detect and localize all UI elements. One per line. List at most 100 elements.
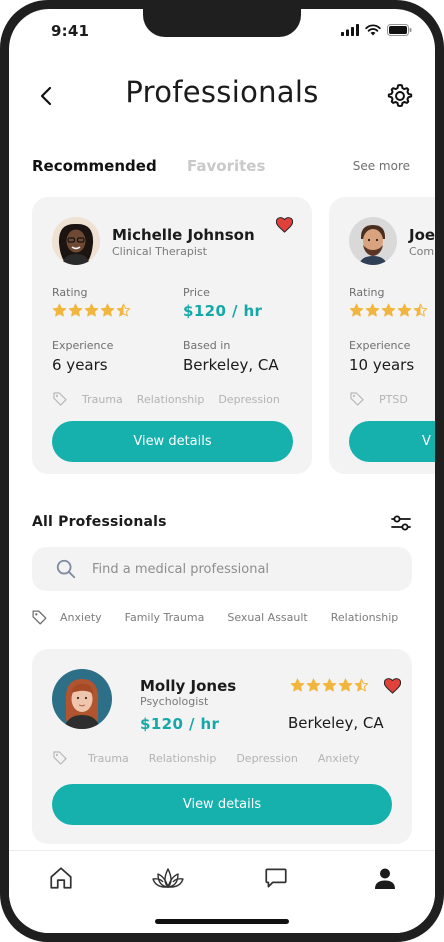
nav-messages[interactable]: [259, 861, 293, 895]
lotus-icon: [152, 868, 184, 888]
tag-row: Trauma Relationship Depression: [52, 391, 280, 407]
professional-name: Molly Jones: [140, 677, 237, 695]
tab-favorites[interactable]: Favorites: [187, 157, 265, 175]
location-label: Based in: [183, 339, 231, 352]
recommended-card[interactable]: Michelle Johnson Clinical Therapist Rati…: [32, 197, 312, 474]
experience-value: 10 years: [349, 356, 415, 374]
tag-row: Trauma Relationship Depression Anxiety: [52, 750, 359, 766]
gear-icon: [387, 84, 413, 108]
star-icon: [290, 678, 305, 692]
page-title: Professionals: [125, 75, 319, 109]
rating-label: Rating: [52, 286, 88, 299]
location-value: Berkeley, CA: [183, 356, 279, 374]
tag: PTSD: [379, 392, 408, 406]
tag: Relationship: [148, 751, 217, 765]
filter-chip[interactable]: Sexual Assault: [227, 611, 307, 624]
phone-frame: 9:41 Professionals Recommended Favorites…: [0, 0, 444, 942]
tag-row: PTSD: [349, 391, 408, 407]
star-icon: [84, 303, 99, 317]
home-indicator: [155, 919, 289, 924]
tag: Depression: [236, 751, 298, 765]
tag: Depression: [218, 392, 280, 406]
star-icon: [100, 303, 115, 317]
nav-profile[interactable]: [368, 861, 402, 895]
avatar-image: [349, 217, 397, 265]
tag-icon: [350, 392, 364, 406]
rating-stars: [349, 303, 428, 318]
nav-home[interactable]: [44, 861, 78, 895]
filter-chip[interactable]: Family Trauma: [125, 611, 205, 624]
professional-name: Michelle Johnson: [112, 226, 255, 244]
professional-card[interactable]: Molly Jones Psychologist $120 / hr Berke…: [32, 649, 412, 844]
settings-button[interactable]: [386, 82, 414, 110]
professional-name: Joe: [409, 226, 435, 244]
chat-icon: [265, 868, 287, 888]
recommended-card[interactable]: Joe Com Rating Experience 10 years PTSD …: [329, 197, 435, 474]
nav-wellness[interactable]: [151, 861, 185, 895]
professional-role: Com: [409, 245, 435, 258]
professional-role: Clinical Therapist: [112, 245, 207, 258]
rating-stars: [290, 678, 369, 693]
filter-button[interactable]: [390, 512, 412, 534]
price-label: Price: [183, 286, 210, 299]
search-input[interactable]: [92, 547, 392, 591]
star-icon: [322, 678, 337, 692]
screen: 9:41 Professionals Recommended Favorites…: [9, 9, 435, 933]
star-icon: [413, 303, 428, 317]
search-bar: [32, 547, 412, 591]
price-value: $120 / hr: [140, 715, 220, 733]
star-icon: [354, 678, 369, 692]
avatar-image: [52, 217, 100, 265]
experience-label: Experience: [52, 339, 114, 352]
filter-chip[interactable]: Anxiety: [60, 611, 102, 624]
star-icon: [306, 678, 321, 692]
status-icons: [341, 24, 412, 36]
avatar: [349, 217, 397, 265]
location-value: Berkeley, CA: [288, 714, 384, 732]
signal-icon: [341, 24, 359, 36]
tag: Anxiety: [317, 751, 360, 765]
star-icon: [349, 303, 364, 317]
star-icon: [338, 678, 353, 692]
avatar: [52, 669, 112, 729]
filter-chips: Anxiety Family Trauma Sexual Assault Rel…: [31, 609, 421, 626]
experience-value: 6 years: [52, 356, 108, 374]
experience-label: Experience: [349, 339, 411, 352]
profile-icon: [375, 868, 395, 889]
tag-icon: [53, 751, 67, 765]
view-details-button[interactable]: View details: [52, 784, 392, 825]
tag: Relationship: [136, 392, 205, 406]
tag: Trauma: [88, 751, 129, 765]
price-value: $120 / hr: [183, 302, 263, 320]
filter-chip[interactable]: Relationship: [331, 611, 399, 624]
wifi-icon: [365, 24, 381, 36]
view-details-button[interactable]: V: [349, 421, 435, 462]
star-icon: [116, 303, 131, 317]
star-icon: [365, 303, 380, 317]
rating-stars: [52, 303, 131, 318]
battery-icon: [387, 24, 412, 36]
home-icon: [50, 867, 72, 889]
heart-icon[interactable]: [384, 678, 401, 694]
star-icon: [381, 303, 396, 317]
search-icon: [56, 559, 76, 579]
view-details-button[interactable]: View details: [52, 421, 293, 462]
notch: [143, 9, 301, 37]
avatar-image: [52, 669, 112, 729]
star-icon: [52, 303, 67, 317]
tab-bar: Recommended Favorites See more: [32, 157, 412, 181]
star-icon: [397, 303, 412, 317]
section-title: All Professionals: [32, 514, 167, 530]
heart-icon[interactable]: [276, 217, 293, 233]
tag-icon: [32, 610, 47, 625]
rating-label: Rating: [349, 286, 385, 299]
status-time: 9:41: [51, 22, 90, 40]
tab-recommended[interactable]: Recommended: [32, 157, 157, 175]
tag: Trauma: [82, 392, 123, 406]
professional-role: Psychologist: [140, 695, 209, 708]
star-icon: [68, 303, 83, 317]
sliders-icon: [391, 515, 411, 531]
see-more-link[interactable]: See more: [353, 159, 410, 173]
tag-icon: [53, 392, 67, 406]
avatar: [52, 217, 100, 265]
